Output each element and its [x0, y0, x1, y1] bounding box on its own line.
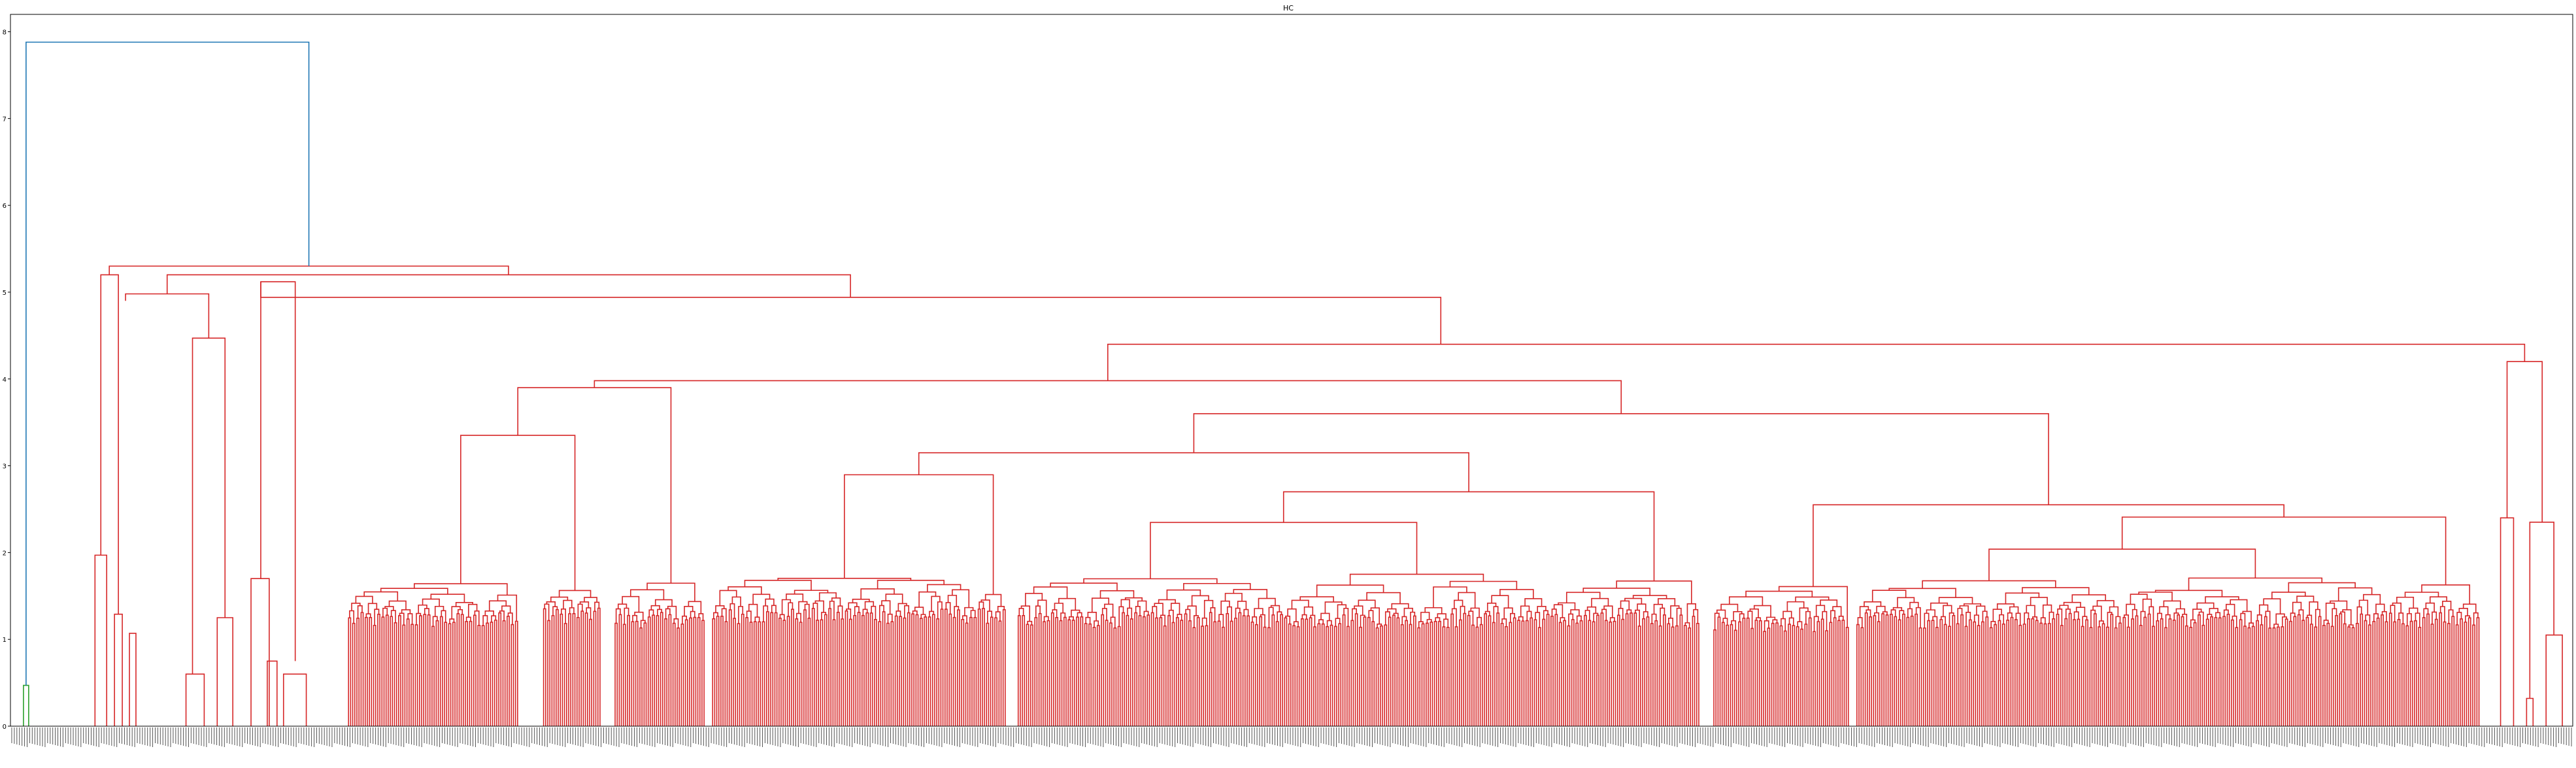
y-tick-label: 6: [3, 203, 7, 210]
y-tick-label: 0: [3, 724, 7, 731]
y-tick-label: 8: [3, 29, 7, 37]
y-tick-label: 2: [3, 550, 7, 557]
y-tick-label: 1: [3, 637, 7, 644]
dendrogram-svg: HC 0 1 2 3 4 5 6 7 8: [0, 0, 2576, 765]
y-tick-label: 7: [3, 116, 7, 123]
y-tick-label: 3: [3, 463, 7, 471]
y-tick-label: 4: [3, 376, 7, 384]
y-tick-label: 5: [3, 290, 7, 297]
chart-title: HC: [1283, 4, 1294, 12]
dendrogram-chart: HC 0 1 2 3 4 5 6 7 8: [0, 0, 2576, 765]
